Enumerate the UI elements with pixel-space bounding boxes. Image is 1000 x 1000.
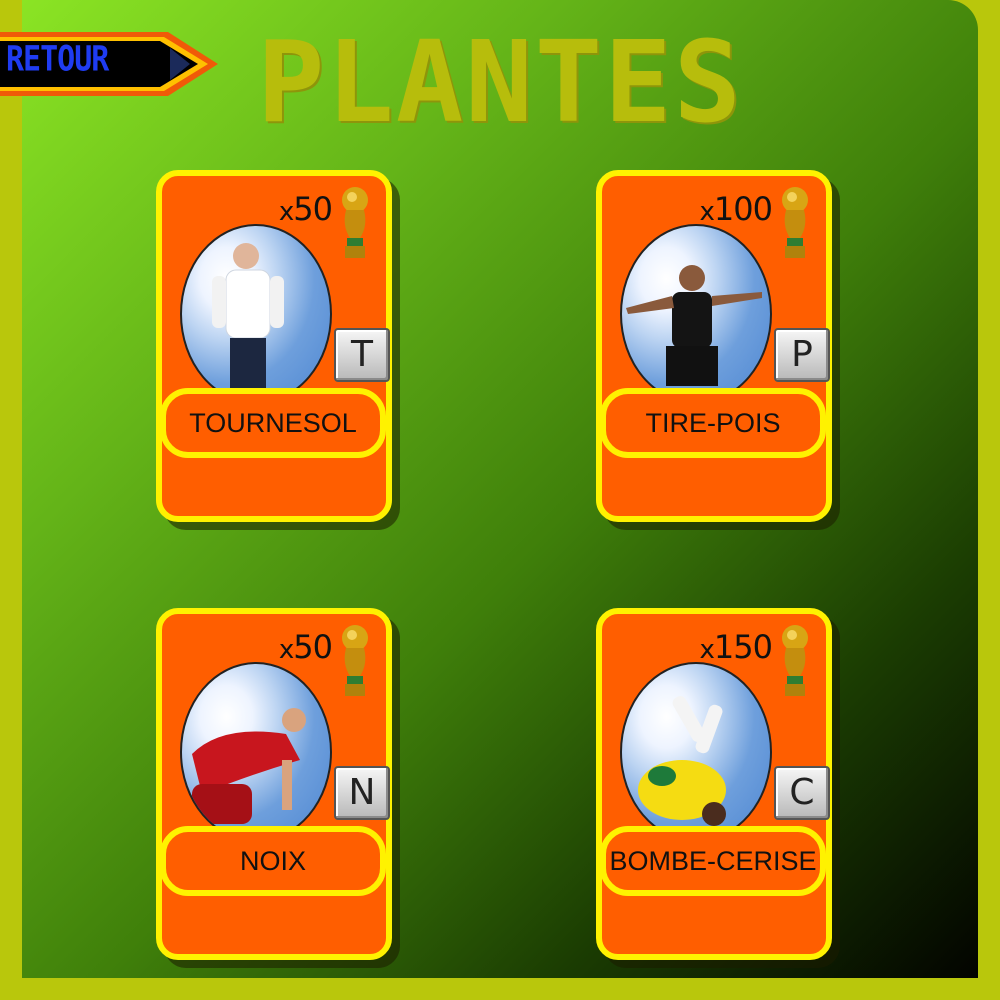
plant-card-tire-pois[interactable]: x100 P TIRE-POIS xyxy=(596,170,840,530)
world-cup-trophy-icon xyxy=(782,625,808,696)
card-name: NOIX xyxy=(239,845,306,876)
world-cup-trophy-icon xyxy=(782,187,808,258)
card-name-band: TOURNESOL xyxy=(160,388,386,458)
cost-label: x50 xyxy=(278,190,333,228)
hotkey-badge: N xyxy=(334,766,390,820)
page-title: PLANTES xyxy=(256,18,743,148)
player-portrait xyxy=(180,224,332,404)
card-name-band: NOIX xyxy=(160,826,386,896)
world-cup-trophy-icon xyxy=(342,187,368,258)
hotkey-badge: C xyxy=(774,766,830,820)
card-name: TOURNESOL xyxy=(189,407,357,438)
cost-label: x100 xyxy=(699,190,773,228)
world-cup-trophy-icon xyxy=(342,625,368,696)
plant-card-bombe-cerise[interactable]: x150 C BOMBE-CERISE xyxy=(596,608,840,968)
player-portrait xyxy=(620,662,772,842)
card-body: x50 T TOURNESOL xyxy=(156,170,392,522)
hotkey-badge: T xyxy=(334,328,390,382)
player-portrait xyxy=(620,224,772,404)
plant-card-noix[interactable]: x50 N NOIX xyxy=(156,608,400,968)
card-name-band: TIRE-POIS xyxy=(600,388,826,458)
card-body: x50 N NOIX xyxy=(156,608,392,960)
card-name-band: BOMBE-CERISE xyxy=(600,826,826,896)
player-portrait xyxy=(180,662,332,842)
card-name: TIRE-POIS xyxy=(645,407,781,438)
cost-label: x150 xyxy=(699,628,773,666)
plant-card-tournesol[interactable]: x50 T TOURNESOL xyxy=(156,170,400,530)
card-body: x150 C BOMBE-CERISE xyxy=(596,608,832,960)
card-name: BOMBE-CERISE xyxy=(609,845,817,876)
cost-label: x50 xyxy=(278,628,333,666)
card-body: x100 P TIRE-POIS xyxy=(596,170,832,522)
hotkey-badge: P xyxy=(774,328,830,382)
